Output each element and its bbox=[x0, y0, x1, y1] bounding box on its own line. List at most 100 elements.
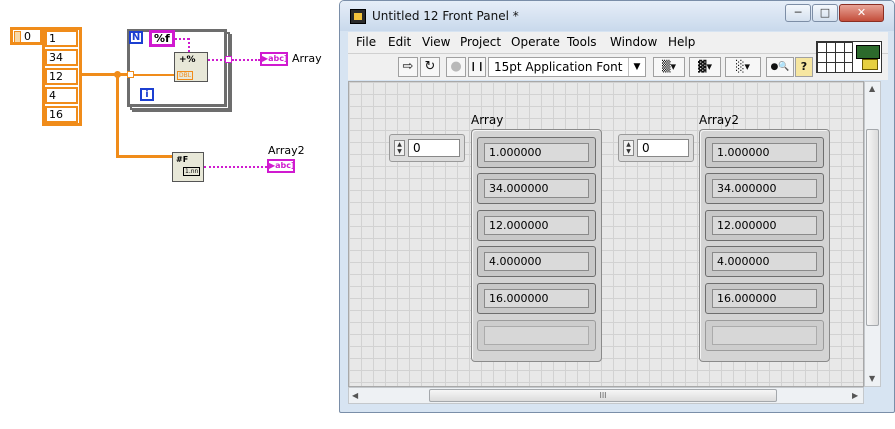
array-element[interactable]: 16.000000 bbox=[705, 283, 824, 314]
index-constant-frame[interactable]: 0 bbox=[10, 27, 43, 45]
resize-objects-icon[interactable]: ░▾ bbox=[725, 57, 761, 77]
string-wire[interactable] bbox=[232, 59, 260, 61]
index-spinner[interactable]: ▲ ▼ bbox=[623, 140, 634, 156]
array-constant-element[interactable]: 4 bbox=[45, 87, 78, 104]
font-select[interactable]: 15pt Application Font ▼ bbox=[488, 57, 646, 77]
output-tunnel[interactable] bbox=[225, 56, 232, 63]
front-panel-canvas[interactable]: Array ▲ ▼ 0 1.000000 34.000000 12.000000 … bbox=[348, 81, 864, 387]
array-indicator[interactable]: 1.000000 34.000000 12.000000 4.000000 16… bbox=[471, 129, 602, 362]
format-icon: #F bbox=[176, 155, 189, 164]
scroll-right-icon[interactable]: ▶ bbox=[852, 391, 858, 400]
block-diagram: 0 1 34 12 4 16 N i %f +% DBL ▶abc] Array… bbox=[0, 0, 336, 429]
scroll-left-icon[interactable]: ◀ bbox=[352, 391, 358, 400]
menu-help[interactable]: Help bbox=[668, 35, 695, 49]
vi-icon[interactable] bbox=[852, 41, 882, 73]
element-value: 16.000000 bbox=[484, 289, 589, 308]
index-spinner[interactable]: ▲ ▼ bbox=[394, 140, 405, 156]
horizontal-scrollbar[interactable]: ◀ III ▶ bbox=[348, 387, 864, 404]
scroll-down-icon[interactable]: ▼ bbox=[869, 374, 875, 383]
element-value: 12.000000 bbox=[484, 216, 589, 235]
menu-edit[interactable]: Edit bbox=[388, 35, 411, 49]
element-value: 34.000000 bbox=[712, 179, 817, 198]
connector-pane-icon[interactable] bbox=[816, 41, 853, 73]
title-bar[interactable]: Untitled 12 Front Panel * ─ □ ✕ bbox=[340, 1, 894, 31]
menu-window[interactable]: Window bbox=[610, 35, 657, 49]
array-element[interactable]: 16.000000 bbox=[477, 283, 596, 314]
array-element[interactable]: 12.000000 bbox=[477, 210, 596, 241]
array-indicator[interactable]: 1.000000 34.000000 12.000000 4.000000 16… bbox=[699, 129, 830, 362]
pause-icon[interactable]: ❙❙ bbox=[468, 57, 486, 77]
element-value: 16.000000 bbox=[712, 289, 817, 308]
align-objects-icon[interactable]: ▒▾ bbox=[653, 57, 685, 77]
index-value[interactable]: 0 bbox=[637, 139, 689, 157]
array-element[interactable]: 1.000000 bbox=[477, 137, 596, 168]
string-array-indicator[interactable]: ▶abc] bbox=[267, 159, 295, 173]
context-help-icon[interactable]: ? bbox=[795, 57, 813, 77]
string-array-indicator[interactable]: ▶abc] bbox=[260, 52, 288, 66]
index-value[interactable]: 0 bbox=[408, 139, 460, 157]
indicator-label: Array2 bbox=[268, 144, 305, 157]
menu-project[interactable]: Project bbox=[460, 35, 501, 49]
close-button[interactable]: ✕ bbox=[839, 4, 884, 22]
menu-file[interactable]: File bbox=[356, 35, 376, 49]
run-continuously-icon[interactable]: ↻ bbox=[420, 57, 440, 77]
array-constant-element[interactable]: 1 bbox=[45, 30, 78, 47]
element-value: 4.000000 bbox=[484, 252, 589, 271]
vi-icon-arrow bbox=[862, 59, 878, 70]
wire-junction bbox=[114, 71, 121, 78]
loop-count-terminal[interactable]: N bbox=[129, 31, 143, 44]
search-icon[interactable]: ●🔍 bbox=[766, 57, 794, 77]
number-to-string-function[interactable]: +% DBL bbox=[174, 52, 208, 82]
array-label: Array bbox=[471, 113, 504, 127]
minimize-button[interactable]: ─ bbox=[785, 4, 811, 22]
array-constant-element[interactable]: 16 bbox=[45, 106, 78, 123]
abort-icon[interactable]: ● bbox=[446, 57, 466, 77]
menu-tools[interactable]: Tools bbox=[567, 35, 597, 49]
font-select-value: 15pt Application Font bbox=[494, 60, 623, 74]
menu-operate[interactable]: Operate bbox=[511, 35, 560, 49]
array-element-empty[interactable] bbox=[705, 320, 824, 351]
array-constant-element[interactable]: 34 bbox=[45, 49, 78, 66]
array-constant-element[interactable]: 12 bbox=[45, 68, 78, 85]
index-constant-value: 0 bbox=[24, 30, 31, 43]
array-index-display[interactable]: ▲ ▼ 0 bbox=[389, 134, 465, 162]
string-wire[interactable] bbox=[188, 38, 190, 52]
maximize-button[interactable]: □ bbox=[812, 4, 838, 22]
numeric-wire[interactable] bbox=[116, 73, 119, 158]
spin-icon bbox=[14, 31, 21, 43]
array-element[interactable]: 4.000000 bbox=[477, 246, 596, 277]
array-element[interactable]: 4.000000 bbox=[705, 246, 824, 277]
array-label: Array2 bbox=[699, 113, 739, 127]
element-value: 12.000000 bbox=[712, 216, 817, 235]
numeric-wire[interactable] bbox=[134, 74, 177, 76]
front-panel-window: Untitled 12 Front Panel * ─ □ ✕ File Edi… bbox=[339, 0, 895, 413]
dbl-label: DBL bbox=[177, 71, 194, 80]
element-value: 1.000000 bbox=[484, 143, 589, 162]
string-wire[interactable] bbox=[175, 38, 189, 40]
array-element-empty[interactable] bbox=[477, 320, 596, 351]
array-element[interactable]: 34.000000 bbox=[705, 173, 824, 204]
array-element[interactable]: 34.000000 bbox=[477, 173, 596, 204]
distribute-objects-icon[interactable]: ▓▾ bbox=[689, 57, 721, 77]
vertical-scroll-thumb[interactable] bbox=[866, 129, 879, 326]
array-element[interactable]: 1.000000 bbox=[705, 137, 824, 168]
scroll-up-icon[interactable]: ▲ bbox=[869, 84, 875, 93]
string-wire[interactable] bbox=[208, 59, 226, 61]
array-index-display[interactable]: ▲ ▼ 0 bbox=[618, 134, 694, 162]
element-value bbox=[712, 326, 817, 345]
string-wire[interactable] bbox=[204, 166, 267, 168]
element-value: 1.000000 bbox=[712, 143, 817, 162]
array-element[interactable]: 12.000000 bbox=[705, 210, 824, 241]
array-to-string-function[interactable]: #F 1.nn bbox=[172, 152, 204, 182]
run-arrow-icon[interactable]: ⇨ bbox=[398, 57, 418, 77]
numeric-wire[interactable] bbox=[82, 73, 130, 76]
auto-index-tunnel[interactable] bbox=[127, 71, 134, 78]
format-string-constant[interactable]: %f bbox=[149, 30, 175, 47]
element-value: 4.000000 bbox=[712, 252, 817, 271]
vertical-scrollbar[interactable]: ▲ ▼ bbox=[864, 81, 881, 387]
indicator-label: Array bbox=[292, 52, 322, 65]
menu-view[interactable]: View bbox=[422, 35, 450, 49]
numeric-wire[interactable] bbox=[116, 155, 172, 158]
element-value: 34.000000 bbox=[484, 179, 589, 198]
horizontal-scroll-thumb[interactable]: III bbox=[429, 389, 777, 402]
